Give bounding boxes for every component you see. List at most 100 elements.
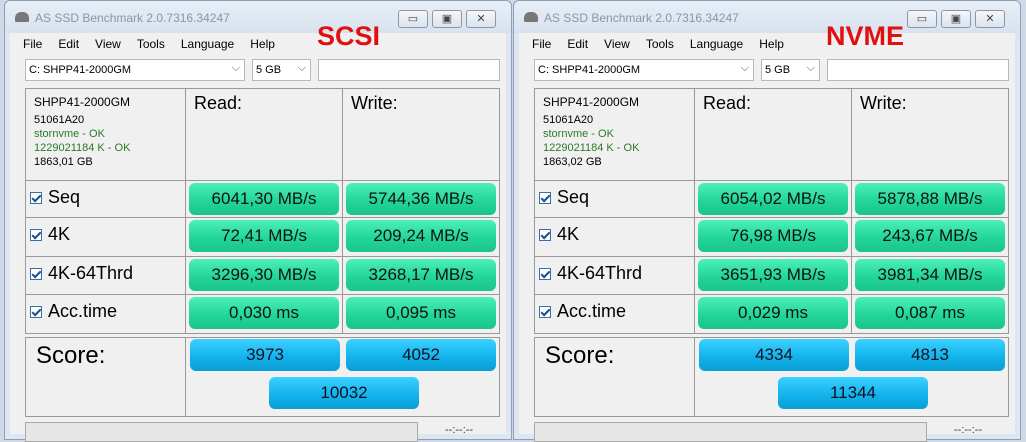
- size-value: 5 GB: [256, 64, 282, 76]
- menu-item-file[interactable]: File: [532, 37, 551, 51]
- size-value: 5 GB: [765, 64, 791, 76]
- write-result: 0,087 ms: [855, 297, 1005, 329]
- write-result: 209,24 MB/s: [346, 220, 496, 252]
- test-row-label[interactable]: 4K: [539, 224, 579, 245]
- results-grid: SHPP41-2000GM 51061A20 stornvme - OK 122…: [25, 88, 500, 334]
- test-name: 4K: [557, 224, 580, 244]
- write-result: 5878,88 MB/s: [855, 183, 1005, 215]
- firmware: 51061A20: [34, 114, 85, 126]
- menu-item-file[interactable]: File: [23, 37, 42, 51]
- close-button[interactable]: ✕: [975, 10, 1005, 28]
- window-title: AS SSD Benchmark 2.0.7316.34247: [35, 11, 230, 25]
- minimize-button[interactable]: ▭: [907, 10, 937, 28]
- firmware: 51061A20: [543, 114, 594, 126]
- test-name: 4K-64Thrd: [48, 263, 134, 283]
- score-write: 4813: [855, 339, 1005, 371]
- read-result: 6041,30 MB/s: [189, 183, 339, 215]
- score-panel: Score: 3973 4052 10032: [25, 337, 500, 417]
- menu-item-edit[interactable]: Edit: [58, 37, 79, 51]
- results-grid: SHPP41-2000GM 51061A20 stornvme - OK 122…: [534, 88, 1009, 334]
- elapsed-time: --:--:--: [445, 424, 474, 436]
- elapsed-time: --:--:--: [954, 424, 983, 436]
- read-result: 72,41 MB/s: [189, 220, 339, 252]
- read-result: 3651,93 MB/s: [698, 259, 848, 291]
- menu-item-help[interactable]: Help: [250, 37, 275, 51]
- read-result: 3296,30 MB/s: [189, 259, 339, 291]
- test-name: Seq: [48, 187, 81, 207]
- text-field[interactable]: [827, 59, 1009, 81]
- test-row-label[interactable]: Seq: [30, 187, 80, 208]
- read-header: Read:: [194, 93, 243, 113]
- score-read: 4334: [699, 339, 849, 371]
- chevron-down-icon: ⌵: [806, 62, 815, 74]
- test-row-label[interactable]: Acc.time: [30, 301, 117, 322]
- checkbox-checked[interactable]: [539, 228, 551, 241]
- drive-value: C: SHPP41-2000GM: [538, 64, 641, 76]
- text-field[interactable]: [318, 59, 500, 81]
- checkbox-checked[interactable]: [539, 305, 551, 318]
- write-result: 243,67 MB/s: [855, 220, 1005, 252]
- drive-name: SHPP41-2000GM: [34, 95, 131, 109]
- checkbox-checked[interactable]: [30, 305, 42, 318]
- window-title: AS SSD Benchmark 2.0.7316.34247: [544, 11, 739, 25]
- app-icon: [524, 12, 538, 22]
- read-header: Read:: [703, 93, 752, 113]
- test-row-label[interactable]: 4K: [30, 224, 70, 245]
- test-row-label[interactable]: Acc.time: [539, 301, 626, 322]
- drive-select[interactable]: C: SHPP41-2000GM ⌵: [25, 59, 245, 81]
- score-write: 4052: [346, 339, 496, 371]
- menu-item-view[interactable]: View: [604, 37, 630, 51]
- checkbox-checked[interactable]: [30, 228, 42, 241]
- checkbox-checked[interactable]: [539, 191, 551, 204]
- driver-status: stornvme - OK: [543, 128, 614, 140]
- drive-info: SHPP41-2000GM 51061A20 stornvme - OK 122…: [34, 95, 130, 169]
- menu-bar: File Edit View Tools Language Help: [532, 37, 784, 51]
- checkbox-checked[interactable]: [30, 191, 42, 204]
- menu-item-edit[interactable]: Edit: [567, 37, 588, 51]
- write-header: Write:: [860, 93, 907, 113]
- write-result: 3268,17 MB/s: [346, 259, 496, 291]
- test-row-label[interactable]: 4K-64Thrd: [30, 263, 133, 284]
- write-header: Write:: [351, 93, 398, 113]
- menu-bar: File Edit View Tools Language Help: [23, 37, 275, 51]
- test-name: 4K-64Thrd: [557, 263, 643, 283]
- size-select[interactable]: 5 GB ⌵: [252, 59, 311, 81]
- benchmark-window: AS SSD Benchmark 2.0.7316.34247 ▭ ▣ ✕ SC…: [4, 0, 512, 442]
- benchmark-window: AS SSD Benchmark 2.0.7316.34247 ▭ ▣ ✕ NV…: [513, 0, 1021, 442]
- test-row-label[interactable]: 4K-64Thrd: [539, 263, 642, 284]
- drive-value: C: SHPP41-2000GM: [29, 64, 132, 76]
- alignment-status: 1229021184 K - OK: [543, 142, 640, 154]
- score-total: 11344: [778, 377, 928, 409]
- close-button[interactable]: ✕: [466, 10, 496, 28]
- menu-item-tools[interactable]: Tools: [137, 37, 165, 51]
- score-label: Score:: [36, 342, 106, 369]
- score-label: Score:: [545, 342, 615, 369]
- write-result: 0,095 ms: [346, 297, 496, 329]
- capacity: 1863,02 GB: [543, 156, 602, 168]
- read-result: 0,029 ms: [698, 297, 848, 329]
- maximize-button[interactable]: ▣: [941, 10, 971, 28]
- menu-item-tools[interactable]: Tools: [646, 37, 674, 51]
- menu-item-language[interactable]: Language: [181, 37, 234, 51]
- title-bar: AS SSD Benchmark 2.0.7316.34247 ▭ ▣ ✕: [5, 1, 511, 33]
- test-name: Acc.time: [557, 301, 627, 321]
- chevron-down-icon: ⌵: [740, 62, 749, 74]
- checkbox-checked[interactable]: [539, 267, 551, 280]
- maximize-button[interactable]: ▣: [432, 10, 462, 28]
- checkbox-checked[interactable]: [30, 267, 42, 280]
- drive-select[interactable]: C: SHPP41-2000GM ⌵: [534, 59, 754, 81]
- test-row-label[interactable]: Seq: [539, 187, 589, 208]
- progress-bar: [534, 422, 927, 442]
- menu-item-view[interactable]: View: [95, 37, 121, 51]
- chevron-down-icon: ⌵: [297, 62, 306, 74]
- title-bar: AS SSD Benchmark 2.0.7316.34247 ▭ ▣ ✕: [514, 1, 1020, 33]
- capacity: 1863,01 GB: [34, 156, 93, 168]
- read-result: 0,030 ms: [189, 297, 339, 329]
- test-name: 4K: [48, 224, 71, 244]
- menu-item-language[interactable]: Language: [690, 37, 743, 51]
- drive-name: SHPP41-2000GM: [543, 95, 640, 109]
- size-select[interactable]: 5 GB ⌵: [761, 59, 820, 81]
- write-result: 5744,36 MB/s: [346, 183, 496, 215]
- menu-item-help[interactable]: Help: [759, 37, 784, 51]
- minimize-button[interactable]: ▭: [398, 10, 428, 28]
